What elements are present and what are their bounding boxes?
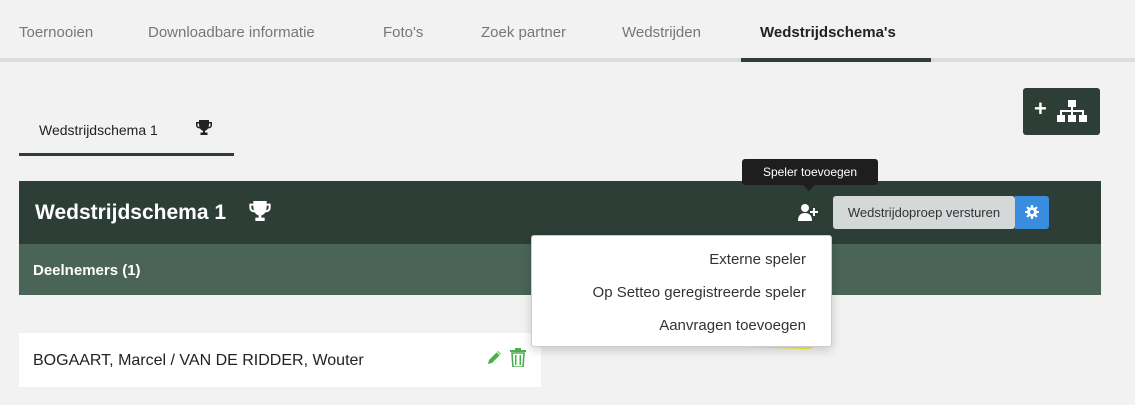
tab-fotos[interactable]: Foto's xyxy=(383,24,423,41)
trophy-icon xyxy=(249,201,271,226)
menu-item-registered-player[interactable]: Op Setteo geregistreerde speler xyxy=(593,284,806,301)
send-match-call-button[interactable]: Wedstrijdoproep versturen xyxy=(833,196,1015,229)
player-names: BOGAART, Marcel / VAN DE RIDDER, Wouter xyxy=(33,352,364,369)
tab-zoek-partner[interactable]: Zoek partner xyxy=(481,24,566,41)
schema-tab-label: Wedstrijdschema 1 xyxy=(39,122,158,138)
trash-icon[interactable] xyxy=(510,348,526,372)
active-tab-indicator xyxy=(741,58,931,62)
panel-title: Wedstrijdschema 1 xyxy=(35,201,227,224)
list-item: BOGAART, Marcel / VAN DE RIDDER, Wouter xyxy=(19,333,541,387)
tab-wedstrijden[interactable]: Wedstrijden xyxy=(622,24,701,41)
tab-toernooien[interactable]: Toernooien xyxy=(19,24,93,41)
participants-label: Deelnemers (1) xyxy=(33,262,141,279)
sitemap-icon xyxy=(1057,100,1087,122)
add-player-icon[interactable] xyxy=(798,203,818,226)
settings-button[interactable] xyxy=(1015,196,1049,229)
tab-wedstrijdschema-1[interactable]: Wedstrijdschema 1 xyxy=(19,110,234,156)
menu-item-add-requests[interactable]: Aanvragen toevoegen xyxy=(659,317,806,334)
tab-wedstrijdschemas[interactable]: Wedstrijdschema's xyxy=(760,24,896,41)
trophy-icon xyxy=(196,120,212,140)
plus-icon: + xyxy=(1034,96,1047,121)
top-navigation: Toernooien Downloadbare informatie Foto'… xyxy=(0,0,1135,62)
pencil-icon[interactable] xyxy=(487,350,502,370)
add-player-dropdown: Externe speler Op Setteo geregistreerde … xyxy=(531,235,832,347)
add-schema-button[interactable]: + xyxy=(1023,88,1100,135)
tooltip-add-player: Speler toevoegen xyxy=(742,159,878,191)
gear-icon xyxy=(1025,205,1039,219)
menu-item-external-player[interactable]: Externe speler xyxy=(709,251,806,268)
tab-downloadbare-informatie[interactable]: Downloadbare informatie xyxy=(148,24,315,41)
